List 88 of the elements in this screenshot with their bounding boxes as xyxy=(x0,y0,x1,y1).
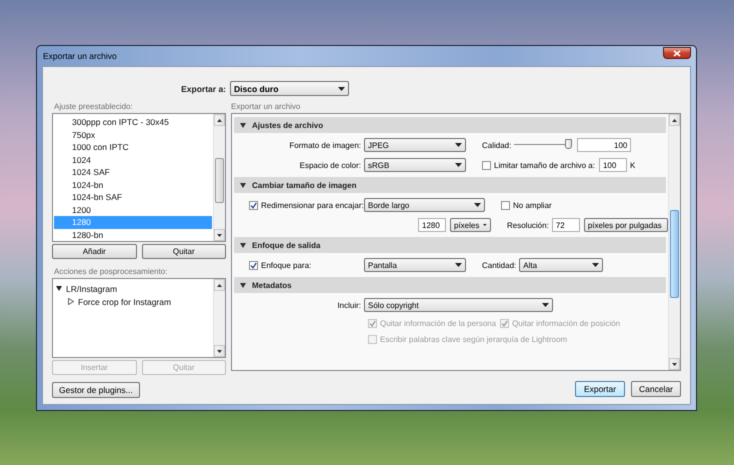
preset-item[interactable]: 1024-bn xyxy=(54,178,212,191)
caret-icon xyxy=(455,263,462,267)
arrow-up-icon xyxy=(672,118,677,122)
scrollbar-thumb[interactable] xyxy=(215,158,224,204)
section-header[interactable]: Enfoque de salida xyxy=(234,237,666,253)
section-title: Cambiar tamaño de imagen xyxy=(252,180,356,190)
button[interactable]: Gestor de plugins... xyxy=(52,382,140,398)
section-title: Enfoque de salida xyxy=(252,240,320,250)
arrow-up-icon xyxy=(217,118,222,122)
caret-icon[interactable] xyxy=(240,122,246,128)
slider-thumb[interactable] xyxy=(564,139,572,149)
button[interactable]: Quitar xyxy=(142,244,226,259)
window-title: Exportar un archivo xyxy=(42,51,117,61)
tree-item[interactable]: Force crop for Instagram xyxy=(78,296,172,306)
button[interactable]: Añadir xyxy=(52,244,136,259)
dropdown[interactable]: JPEG xyxy=(364,138,466,152)
number-field[interactable]: 72 xyxy=(552,218,580,232)
checkbox[interactable]: Limitar tamaño de archivo a: xyxy=(482,160,595,170)
field-label: Calidad: xyxy=(482,140,512,150)
dropdown[interactable]: Pantalla xyxy=(364,258,466,272)
checkbox[interactable]: Redimensionar para encajar: xyxy=(249,200,364,210)
checkmark-icon xyxy=(250,262,257,268)
checkmark-icon xyxy=(369,320,376,326)
section-label: Exportar un archivo xyxy=(231,101,302,113)
arrow-down-icon xyxy=(217,350,222,352)
scroll-up-button[interactable] xyxy=(214,279,225,291)
dropdown[interactable]: Alta xyxy=(519,258,604,272)
caret-icon[interactable] xyxy=(56,286,62,291)
export-dropdown[interactable]: Disco duro xyxy=(230,81,349,96)
caret-icon xyxy=(455,143,462,147)
dropdown[interactable]: píxeles xyxy=(450,218,491,232)
arrow-down-icon xyxy=(217,234,222,236)
dropdown[interactable]: píxeles por pulgadas xyxy=(584,218,668,232)
number-field[interactable]: 1280 xyxy=(418,218,446,232)
field-label: Espacio de color: xyxy=(300,160,361,170)
caret-icon[interactable] xyxy=(240,182,246,188)
scroll-down-button[interactable] xyxy=(669,358,680,370)
dropdown[interactable]: sRGB xyxy=(364,158,466,172)
section-label: Ajuste preestablecido: xyxy=(53,101,134,113)
section-header[interactable]: Ajustes de archivo xyxy=(234,117,666,133)
unit-label: K xyxy=(630,160,636,170)
arrow-up-icon xyxy=(217,284,222,286)
arrow-down-icon xyxy=(672,362,677,366)
close-icon xyxy=(673,50,681,56)
preset-item[interactable]: 750px xyxy=(54,128,212,141)
caret-icon xyxy=(592,263,600,267)
checkbox[interactable]: No ampliar xyxy=(501,200,552,210)
dropdown[interactable]: Borde largo xyxy=(364,198,485,212)
field-label: Exportar a: xyxy=(180,84,227,94)
preset-item[interactable]: 1024 SAF xyxy=(54,166,212,178)
scroll-down-button[interactable] xyxy=(214,229,225,241)
preset-item[interactable]: 1024-bn SAF xyxy=(54,191,212,204)
caret-icon xyxy=(474,203,481,207)
checkmark-icon xyxy=(501,320,508,326)
button[interactable]: Exportar xyxy=(575,381,625,397)
triangle-icon xyxy=(68,298,74,305)
section-label: Acciones de posprocesamiento: xyxy=(53,266,168,278)
caret-icon xyxy=(455,163,462,167)
scrollbar-thumb[interactable] xyxy=(670,210,679,298)
field-label: Cantidad: xyxy=(482,260,516,270)
dropdown[interactable]: Sólo copyright xyxy=(364,298,553,312)
section-header[interactable]: Cambiar tamaño de imagen xyxy=(234,177,666,193)
field-label: Formato de imagen: xyxy=(289,140,361,150)
checkmark-icon xyxy=(250,202,257,208)
number-field[interactable]: 100 xyxy=(577,138,632,152)
caret-icon xyxy=(542,303,549,307)
number-field[interactable]: 100 xyxy=(598,158,627,172)
preset-item[interactable]: 1024 xyxy=(54,154,212,166)
caret-icon[interactable] xyxy=(240,282,246,288)
preset-item[interactable]: 1280-bn xyxy=(54,228,212,241)
section-title: Metadatos xyxy=(252,280,292,290)
preset-item[interactable]: 1200 xyxy=(54,204,212,216)
checkbox[interactable]: Enfoque para: xyxy=(249,260,312,270)
preset-item[interactable]: 1000 con IPTC xyxy=(54,141,212,154)
scroll-down-button[interactable] xyxy=(214,345,225,357)
section-title: Ajustes de archivo xyxy=(252,120,324,130)
field-label: Resolución: xyxy=(507,220,549,230)
caret-icon[interactable] xyxy=(240,242,246,248)
preset-item[interactable]: 300ppp con IPTC - 30x45 xyxy=(54,116,212,128)
field-label: Incluir: xyxy=(337,300,361,310)
button[interactable]: Cancelar xyxy=(631,381,681,397)
caret-icon xyxy=(483,223,487,227)
scroll-up-button[interactable] xyxy=(214,114,225,126)
caret-icon xyxy=(338,86,345,90)
scroll-up-button[interactable] xyxy=(669,114,680,126)
section-header[interactable]: Metadatos xyxy=(234,277,666,293)
close-button[interactable] xyxy=(663,47,691,59)
tree-item[interactable]: LR/Instagram xyxy=(66,284,118,294)
